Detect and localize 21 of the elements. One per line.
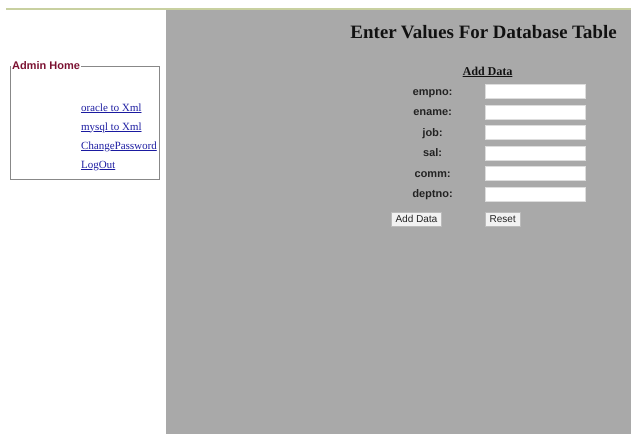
page-heading: Enter Values For Database Table: [350, 21, 617, 45]
input-field[interactable]: [484, 84, 586, 100]
input-field[interactable]: [484, 125, 586, 140]
field-label: deptno:: [412, 187, 453, 202]
add-data-button[interactable]: Add Data: [390, 212, 442, 226]
field-label: empno:: [412, 84, 452, 100]
sidebar-link[interactable]: ChangePassword: [81, 138, 157, 152]
input-field[interactable]: [484, 104, 586, 120]
sidebar-link[interactable]: LogOut: [81, 158, 116, 172]
sidebar-link[interactable]: oracle to Xml: [81, 100, 142, 114]
field-label: comm:: [414, 166, 451, 182]
field-label: ename:: [413, 105, 452, 120]
reset-button[interactable]: Reset: [484, 212, 521, 226]
field-label: job:: [422, 126, 443, 140]
input-field[interactable]: [484, 146, 586, 161]
panel-title: Admin Home: [11, 59, 81, 74]
sidebar-link[interactable]: mysql to Xml: [81, 120, 142, 134]
form-title: Add Data: [462, 62, 512, 80]
input-field[interactable]: [484, 166, 586, 182]
field-label: sal:: [423, 146, 442, 161]
input-field[interactable]: [484, 186, 586, 202]
